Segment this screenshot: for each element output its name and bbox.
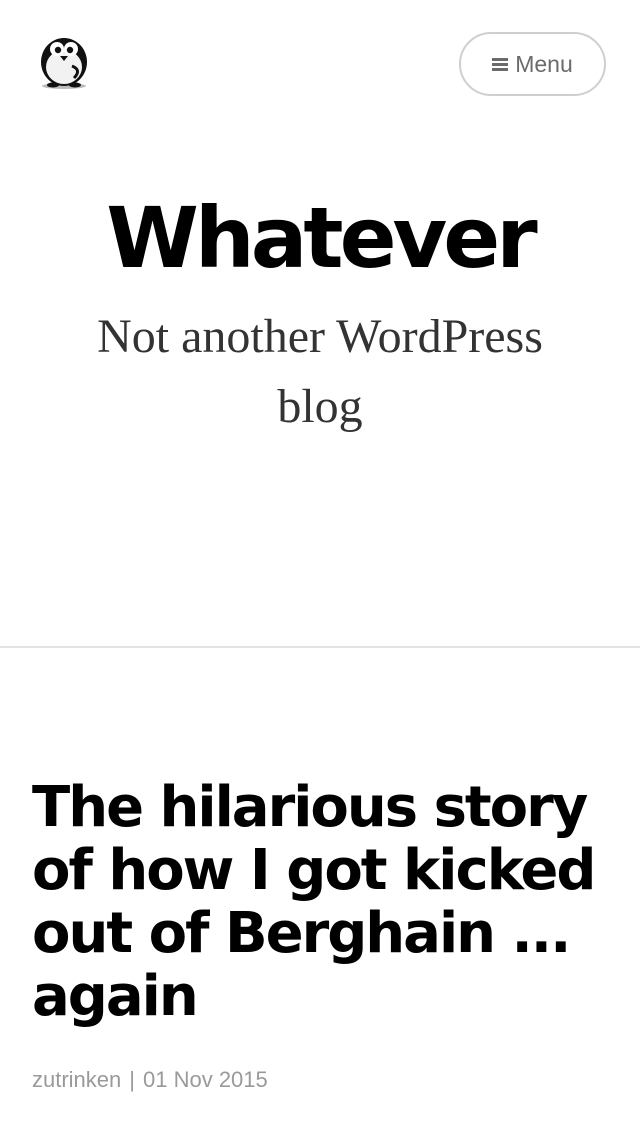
menu-label: Menu <box>515 50 573 77</box>
post-title[interactable]: The hilarious story of how I got kicked … <box>32 776 622 1028</box>
penguin-icon <box>41 38 87 89</box>
hamburger-icon <box>492 57 509 71</box>
post-date: 01 Nov 2015 <box>143 1067 268 1092</box>
meta-separator: | <box>129 1067 135 1092</box>
post-meta: zutrinken | 01 Nov 2015 <box>32 1064 268 1096</box>
site-title[interactable]: Whatever <box>0 188 640 288</box>
menu-button[interactable]: Menu <box>459 32 606 96</box>
site-tagline: Not another WordPress blog <box>97 310 543 433</box>
post-author-link[interactable]: zutrinken <box>32 1067 121 1092</box>
penguin-logo[interactable] <box>38 32 92 90</box>
header-divider <box>0 646 640 648</box>
